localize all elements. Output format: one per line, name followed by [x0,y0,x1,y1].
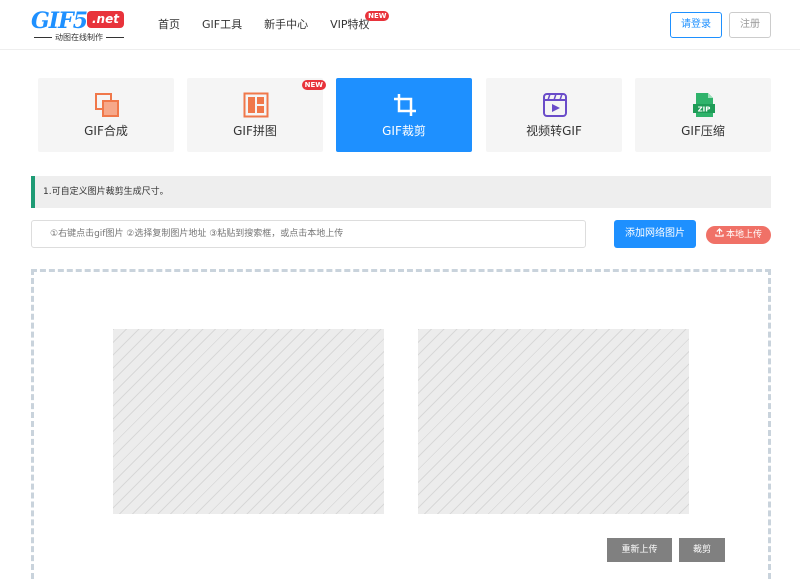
tool-gif-collage[interactable]: GIF拼图 NEW [187,78,326,152]
add-web-image-button[interactable]: 添加网络图片 [614,220,696,248]
image-url-input[interactable] [31,220,586,248]
nav-gif-tools[interactable]: GIF工具 [202,17,242,33]
new-badge: NEW [301,80,326,90]
reupload-button[interactable]: 重新上传 [607,538,672,562]
svg-text:ZIP: ZIP [698,106,711,114]
nav-beginner-center[interactable]: 新手中心 [264,17,308,33]
tool-video-to-gif[interactable]: 视频转GIF [486,78,622,152]
nav-home[interactable]: 首页 [158,17,180,33]
login-button[interactable]: 请登录 [670,12,722,38]
local-upload-button[interactable]: 本地上传 [706,226,771,244]
result-image-placeholder [418,329,689,514]
tool-label: GIF合成 [84,124,128,138]
logo-tld: .net [87,11,124,28]
crop-button[interactable]: 裁剪 [679,538,725,562]
tool-gif-compose[interactable]: GIF合成 [38,78,174,152]
upload-icon [715,228,724,237]
new-badge: NEW [365,11,390,21]
site-logo[interactable]: GIF5 .net 动图在线制作 [31,8,126,42]
crop-workspace[interactable]: 重新上传 裁剪 [31,269,771,579]
nav-vip[interactable]: VIP特权 NEW [330,11,390,33]
gif-compose-icon [95,93,119,117]
tool-label: GIF压缩 [681,124,725,138]
zip-icon: ZIP [693,93,715,117]
tool-gif-compress[interactable]: ZIP GIF压缩 [635,78,771,152]
logo-text: GIF5 [31,8,88,34]
local-upload-label: 本地上传 [725,230,762,240]
register-button[interactable]: 注册 [729,12,771,38]
tool-label: 视频转GIF [526,124,582,138]
crop-icon [394,94,416,116]
logo-tagline: 动图在线制作 [31,32,126,43]
main-nav: 首页 GIF工具 新手中心 VIP特权 NEW [158,11,392,33]
tool-cards: GIF合成 GIF拼图 NEW GIF裁剪 视频转GIF ZIP GIF压缩 [38,78,771,152]
top-header: GIF5 .net 动图在线制作 首页 GIF工具 新手中心 VIP特权 NEW… [0,0,800,50]
video-icon [543,93,567,117]
crop-notice: 1.可自定义图片裁剪生成尺寸。 [31,176,771,208]
nav-vip-label: VIP特权 [330,18,370,31]
source-image-placeholder[interactable] [113,329,384,514]
tool-gif-crop[interactable]: GIF裁剪 [336,78,472,152]
tool-label: GIF拼图 [233,124,277,138]
tool-label: GIF裁剪 [382,124,426,138]
gif-collage-icon [243,92,269,118]
